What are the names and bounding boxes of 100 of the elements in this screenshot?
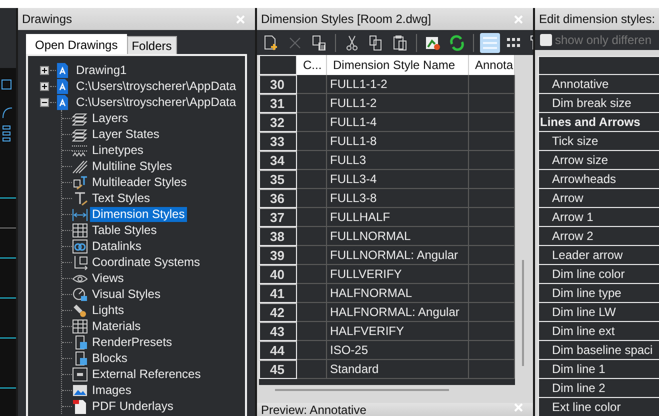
style-name-cell[interactable]: FULLHALF: [327, 208, 469, 227]
tab[interactable]: Open Drawings: [26, 34, 127, 54]
tree-item[interactable]: Visual Styles: [90, 286, 162, 302]
style-name-cell[interactable]: FULLNORMAL: [327, 227, 469, 246]
layers-icon: [72, 110, 88, 126]
list-view-icon[interactable]: [480, 32, 500, 52]
tee-icon: [72, 190, 88, 206]
property-label: Arrow 1: [539, 208, 659, 227]
row-number: 42: [259, 303, 297, 322]
style-name-cell[interactable]: HALFVERIFY: [327, 322, 469, 341]
row-number: 44: [259, 341, 297, 360]
axes-icon: [72, 254, 88, 270]
tree-item[interactable]: PDF Underlays: [90, 398, 176, 414]
row-number: 41: [259, 284, 297, 303]
table-cell: [297, 322, 327, 341]
tree-item[interactable]: C:\Users\troyscherer\AppData: [74, 78, 238, 94]
table-cell: [469, 208, 515, 227]
table-cell: [297, 151, 327, 170]
property-label: Arrow: [539, 189, 659, 208]
tree-item[interactable]: C:\Users\troyscherer\AppData: [74, 94, 238, 110]
row-number: 30: [259, 75, 297, 94]
table-cell: [297, 246, 327, 265]
property-label: Dim line 2: [539, 379, 659, 398]
style-name-cell[interactable]: ISO-25: [327, 341, 469, 360]
table-cell: [297, 132, 327, 151]
style-name-cell[interactable]: FULL3-8: [327, 189, 469, 208]
tab[interactable]: Folders: [126, 36, 177, 54]
dimension-icon: [72, 206, 88, 222]
tree-item[interactable]: Materials: [90, 318, 143, 334]
property-label: Leader arrow: [539, 246, 659, 265]
tree-item[interactable]: Multiline Styles: [90, 158, 174, 174]
table-cell: [469, 75, 515, 94]
style-name-cell[interactable]: Standard: [327, 360, 469, 379]
column-header[interactable]: C...: [297, 55, 327, 75]
new-style-icon[interactable]: [263, 34, 279, 50]
tree-item[interactable]: Linetypes: [90, 142, 146, 158]
leader-icon: [72, 174, 88, 190]
row-number: 40: [259, 265, 297, 284]
scrollbar[interactable]: [522, 260, 524, 366]
tree-item[interactable]: Coordinate Systems: [90, 254, 202, 270]
tree-item[interactable]: Multileader Styles: [90, 174, 189, 190]
purge-icon[interactable]: [311, 34, 327, 50]
style-name-cell[interactable]: FULL1-4: [327, 113, 469, 132]
dotted-lines-icon: [72, 142, 88, 158]
cut-icon[interactable]: [344, 34, 360, 50]
property-label: Dim line LW: [539, 303, 659, 322]
tree-item[interactable]: Datalinks: [90, 238, 144, 254]
tree-item[interactable]: Table Styles: [90, 222, 159, 238]
tree-item[interactable]: Dimension Styles: [90, 206, 187, 222]
table-cell: [297, 284, 327, 303]
property-label: Dim line color: [539, 265, 659, 284]
table-icon: [72, 222, 88, 238]
paste-icon[interactable]: [392, 34, 408, 50]
style-name-cell[interactable]: FULL1-8: [327, 132, 469, 151]
table-cell: [469, 94, 515, 113]
tree-item[interactable]: Views: [90, 270, 126, 286]
row-number: 45: [259, 360, 297, 379]
import-icon[interactable]: [425, 34, 441, 50]
tree-item[interactable]: Text Styles: [90, 190, 152, 206]
parallel-lines-icon: [72, 158, 88, 174]
expand-icon[interactable]: [40, 82, 49, 90]
style-name-cell[interactable]: FULL1-1-2: [327, 75, 469, 94]
table-cell: [469, 227, 515, 246]
refresh-icon[interactable]: [449, 34, 465, 50]
table-cell: [469, 284, 515, 303]
tree-item[interactable]: RenderPresets: [90, 334, 174, 350]
style-name-cell[interactable]: FULL1-2: [327, 94, 469, 113]
style-name-cell[interactable]: FULLVERIFY: [327, 265, 469, 284]
tree-item[interactable]: Drawing1: [74, 62, 129, 78]
scrollbar[interactable]: [275, 389, 449, 391]
tree-item[interactable]: Images: [90, 382, 134, 398]
tree-item[interactable]: External References: [90, 366, 203, 382]
column-header[interactable]: Dimension Style Name: [327, 55, 469, 75]
copy-icon[interactable]: [368, 34, 384, 50]
style-name-cell[interactable]: FULLNORMAL: Angular: [327, 246, 469, 265]
circle-icon: [72, 286, 88, 302]
style-name-cell[interactable]: FULL3: [327, 151, 469, 170]
property-label: Tick size: [539, 132, 659, 151]
style-name-cell[interactable]: HALFNORMAL: Angular: [327, 303, 469, 322]
table-cell: [297, 303, 327, 322]
table-cell: [297, 341, 327, 360]
tree-item[interactable]: Lights: [90, 302, 126, 318]
table-cell: [469, 113, 515, 132]
drawing-file-icon: [57, 78, 68, 94]
style-name-cell[interactable]: HALFNORMAL: [327, 284, 469, 303]
table-cell: [297, 170, 327, 189]
tree-item[interactable]: Layers: [90, 110, 130, 126]
tree-item[interactable]: Layer States: [90, 126, 162, 142]
table-icon: [72, 318, 88, 334]
header-corner-cell[interactable]: [259, 55, 297, 75]
style-name-cell[interactable]: FULL3-4: [327, 170, 469, 189]
collapse-icon[interactable]: [40, 98, 49, 106]
table-cell: [297, 227, 327, 246]
table-cell: [469, 246, 515, 265]
tree-item[interactable]: Blocks: [90, 350, 130, 366]
property-label: Arrow size: [539, 151, 659, 170]
expand-icon[interactable]: [40, 66, 49, 74]
frame-icon: [72, 366, 88, 382]
column-header[interactable]: Annota: [469, 55, 515, 75]
section-header[interactable]: Lines and Arrows: [539, 113, 659, 132]
